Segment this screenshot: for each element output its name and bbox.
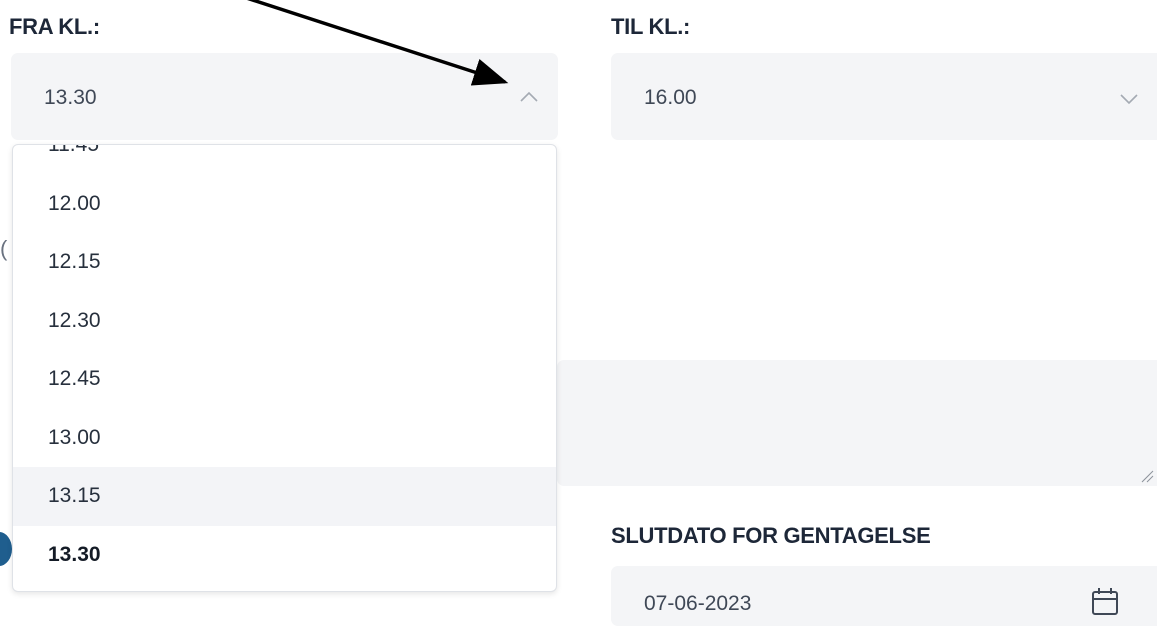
to-time-select[interactable]: 16.00 [611, 53, 1157, 140]
time-option[interactable]: 12.00 [13, 175, 556, 234]
time-option[interactable]: 11.45 [13, 145, 556, 175]
from-time-value: 13.30 [44, 86, 97, 109]
from-time-label: FRA KL.: [9, 14, 100, 39]
radio-button[interactable] [0, 532, 12, 566]
from-time-select[interactable]: 13.30 [11, 53, 558, 140]
from-time-options-list: 11.45 12.00 12.15 12.30 12.45 13.00 13.1… [13, 145, 556, 585]
chevron-down-icon [1120, 94, 1138, 105]
time-option-selected[interactable]: 13.30 [13, 526, 556, 585]
resize-handle-icon[interactable] [1140, 469, 1154, 483]
time-option[interactable]: 12.45 [13, 350, 556, 409]
to-time-label: TIL KL.: [611, 14, 691, 39]
from-time-dropdown: 11.45 12.00 12.15 12.30 12.45 13.00 13.1… [12, 144, 557, 592]
left-edge-parenthesis: ( [0, 236, 8, 261]
chevron-up-icon [520, 91, 538, 102]
time-option-hovered[interactable]: 13.15 [13, 467, 556, 526]
comment-textarea[interactable] [557, 360, 1157, 486]
repeat-end-date-input[interactable]: 07-06-2023 [611, 566, 1157, 626]
repeat-end-label: SLUTDATO FOR GENTAGELSE [611, 523, 931, 548]
repeat-end-date-value: 07-06-2023 [644, 592, 752, 615]
time-option[interactable]: 12.15 [13, 233, 556, 292]
to-time-value: 16.00 [644, 86, 697, 109]
time-option[interactable]: 12.30 [13, 292, 556, 351]
time-option[interactable]: 13.00 [13, 409, 556, 468]
calendar-icon[interactable] [1085, 584, 1125, 620]
